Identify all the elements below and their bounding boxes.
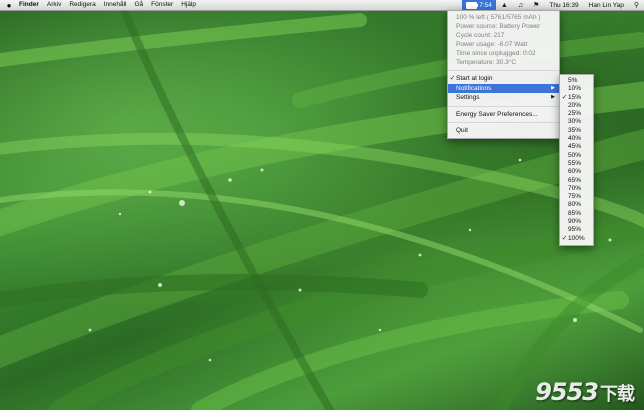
notification-threshold-item[interactable]: 35% — [560, 127, 593, 135]
menu-separator — [448, 70, 559, 71]
threshold-label: 25% — [568, 110, 582, 118]
volume-icon[interactable]: ♫ — [513, 2, 528, 9]
notification-threshold-item[interactable]: ✓ 100% — [560, 235, 593, 243]
time-unplugged-info: Time since unplugged: 0:02 — [456, 50, 536, 57]
battery-charge-info: 100 % left ( 5761/5765 mAh ) — [456, 14, 541, 21]
checkmark-icon: ✓ — [561, 234, 568, 242]
temperature-info: Temperature: 30.3°C — [456, 59, 517, 66]
battery-icon — [466, 1, 479, 9]
watermark-number: 9553 — [535, 378, 599, 406]
notifications-label: Notifications — [456, 84, 492, 92]
submenu-arrow-icon: ▶ — [551, 94, 555, 100]
energy-saver-item[interactable]: Energy Saver Preferences... — [448, 110, 559, 120]
threshold-label: 75% — [568, 193, 582, 201]
menu-ga[interactable]: Gå — [131, 0, 148, 10]
menu-fonster[interactable]: Fönster — [147, 0, 177, 10]
threshold-label: 90% — [568, 218, 582, 226]
notifications-submenu: 5% 10% ✓ 15% 20% 25% 30% 35% 40% 45% 50% 55% 60% 65% 7… — [559, 74, 594, 246]
start-at-login-label: Start at login — [456, 75, 493, 82]
notification-threshold-item[interactable]: 20% — [560, 102, 593, 110]
threshold-label: 30% — [568, 118, 582, 126]
clock[interactable]: Thu 16:39 — [544, 2, 583, 9]
notification-threshold-item[interactable]: 90% — [560, 218, 593, 226]
threshold-label: 10% — [568, 85, 582, 93]
threshold-label: 60% — [568, 168, 582, 176]
threshold-label: 35% — [568, 126, 582, 134]
threshold-label: 95% — [568, 226, 582, 234]
power-usage-info: Power usage: -6.07 Watt — [456, 41, 528, 48]
notification-threshold-item[interactable]: 85% — [560, 210, 593, 218]
threshold-label: 15% — [568, 93, 582, 101]
threshold-label: 50% — [568, 151, 582, 159]
quit-item[interactable]: Quit — [448, 126, 559, 136]
notification-threshold-item[interactable]: 30% — [560, 118, 593, 126]
menu-separator — [448, 122, 559, 123]
menu-arkiv[interactable]: Arkiv — [43, 0, 65, 10]
notification-threshold-item[interactable]: ✓ 15% — [560, 94, 593, 102]
menu-redigera[interactable]: Redigera — [65, 0, 99, 10]
watermark-logo: 9553 下载 — [535, 378, 635, 406]
notification-threshold-item[interactable]: 80% — [560, 201, 593, 209]
notification-threshold-item[interactable]: 55% — [560, 160, 593, 168]
threshold-label: 45% — [568, 143, 582, 151]
threshold-label: 100% — [568, 234, 585, 242]
notification-threshold-item[interactable]: 40% — [560, 135, 593, 143]
checkmark-icon: ✓ — [561, 93, 568, 101]
notification-threshold-item[interactable]: 60% — [560, 168, 593, 176]
start-at-login-item[interactable]: ✓ Start at login — [448, 74, 559, 84]
settings-item[interactable]: Settings ▶ — [448, 93, 559, 103]
threshold-label: 5% — [568, 77, 578, 84]
threshold-label: 85% — [568, 209, 582, 217]
settings-label: Settings — [456, 94, 480, 101]
notification-threshold-item[interactable]: 5% — [560, 77, 593, 85]
menu-hjalp[interactable]: Hjälp — [177, 0, 200, 10]
user-name[interactable]: Han Lin Yap — [584, 2, 629, 9]
notification-threshold-item[interactable]: 70% — [560, 185, 593, 193]
wifi-icon[interactable]: ▲ — [496, 2, 513, 9]
notifications-item[interactable]: Notifications ▶ — [448, 83, 559, 93]
threshold-label: 80% — [568, 201, 582, 209]
battery-time: 7:54 — [479, 1, 492, 9]
threshold-label: 40% — [568, 135, 582, 143]
notification-threshold-item[interactable]: 75% — [560, 193, 593, 201]
notification-threshold-item[interactable]: 10% — [560, 85, 593, 93]
power-source-info: Power source: Battery Power — [456, 23, 541, 30]
flag-icon[interactable]: ⚑ — [528, 1, 544, 9]
notification-threshold-item[interactable]: 25% — [560, 110, 593, 118]
status-area: 7:54 ▲ ♫ ⚑ Thu 16:39 Han Lin Yap ⚲ — [462, 0, 644, 10]
notification-threshold-item[interactable]: 45% — [560, 143, 593, 151]
threshold-label: 20% — [568, 101, 582, 109]
notification-threshold-item[interactable]: 95% — [560, 226, 593, 234]
threshold-label: 65% — [568, 176, 582, 184]
battery-menu: 100 % left ( 5761/5765 mAh ) Power sourc… — [447, 10, 560, 139]
watermark-text: 下载 — [600, 384, 635, 405]
battery-status-item[interactable]: 7:54 — [462, 0, 496, 10]
threshold-label: 70% — [568, 184, 582, 192]
cycle-count-info: Cycle count: 217 — [456, 32, 505, 39]
apple-icon[interactable]: ● — [3, 1, 15, 10]
submenu-arrow-icon: ▶ — [551, 84, 555, 91]
checkmark-icon: ✓ — [449, 75, 456, 82]
search-icon[interactable]: ⚲ — [629, 1, 644, 9]
threshold-label: 55% — [568, 159, 582, 167]
menu-finder[interactable]: Finder — [15, 0, 43, 10]
notification-threshold-item[interactable]: 65% — [560, 177, 593, 185]
menu-separator — [448, 105, 559, 107]
notification-threshold-item[interactable]: 50% — [560, 152, 593, 160]
menu-innehall[interactable]: Innehåll — [100, 0, 131, 10]
